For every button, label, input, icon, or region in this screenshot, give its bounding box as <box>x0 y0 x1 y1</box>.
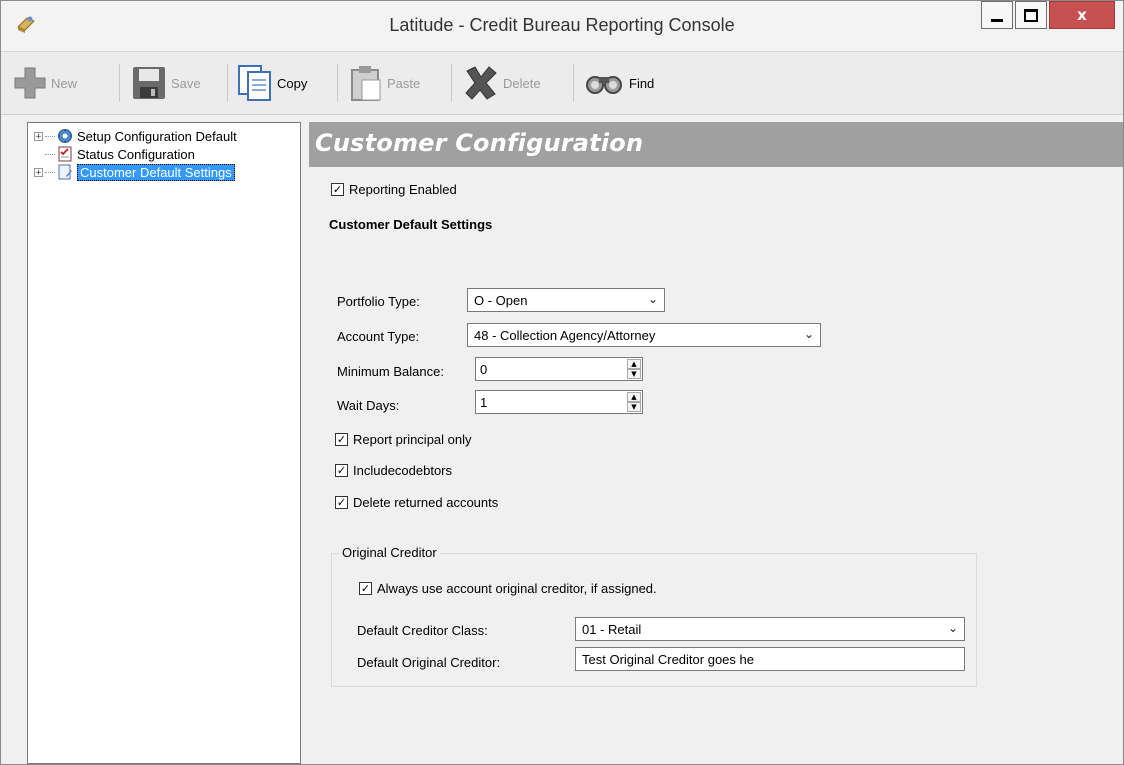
checkmark-icon[interactable]: ✓ <box>335 464 348 477</box>
stepper-buttons[interactable]: ▲ ▼ <box>627 392 641 412</box>
document-edit-icon <box>58 164 72 180</box>
chevron-down-icon: ⌄ <box>947 621 958 635</box>
default-creditor-class-dropdown[interactable]: 01 - Retail ⌄ <box>575 617 965 641</box>
toolbar-separator <box>451 64 452 102</box>
section-title: Customer Default Settings <box>329 217 493 232</box>
close-button[interactable]: x <box>1049 1 1115 29</box>
default-creditor-class-label: Default Creditor Class: <box>357 623 488 638</box>
tree-item-setup-configuration[interactable]: + Setup Configuration Default <box>34 127 237 145</box>
stepper-up-icon[interactable]: ▲ <box>627 392 641 402</box>
new-button[interactable]: New <box>13 62 77 104</box>
expand-icon[interactable]: + <box>34 131 43 141</box>
stepper-up-icon[interactable]: ▲ <box>627 359 641 369</box>
maximize-button[interactable] <box>1015 1 1047 29</box>
minimize-icon <box>991 18 1003 22</box>
toolbar-separator <box>119 64 120 102</box>
reporting-enabled-checkbox[interactable]: ✓ Reporting Enabled <box>331 182 457 197</box>
always-use-original-creditor-checkbox[interactable]: ✓ Always use account original creditor, … <box>359 581 657 596</box>
wait-days-label: Wait Days: <box>337 398 400 413</box>
maximize-icon <box>1024 8 1038 22</box>
tree-item-status-configuration[interactable]: Status Configuration <box>34 145 195 163</box>
gear-globe-icon <box>58 129 72 143</box>
section-header-band: Customer Configuration <box>309 122 1123 167</box>
minimum-balance-label: Minimum Balance: <box>337 364 444 379</box>
stepper-down-icon[interactable]: ▼ <box>627 369 641 379</box>
delete-returned-accounts-checkbox[interactable]: ✓ Delete returned accounts <box>335 495 498 510</box>
copy-document-icon <box>238 65 271 101</box>
toolbar-separator <box>337 64 338 102</box>
portfolio-type-label: Portfolio Type: <box>337 294 420 309</box>
minimum-balance-stepper[interactable]: 0 ▲ ▼ <box>475 357 643 381</box>
wait-days-stepper[interactable]: 1 ▲ ▼ <box>475 390 643 414</box>
original-creditor-group-title: Original Creditor <box>339 545 440 560</box>
portfolio-type-dropdown[interactable]: O - Open ⌄ <box>467 288 665 312</box>
plus-icon <box>14 67 46 99</box>
clipboard-icon <box>351 66 381 101</box>
chevron-down-icon: ⌄ <box>647 292 658 306</box>
checkmark-icon[interactable]: ✓ <box>359 582 372 595</box>
binoculars-icon <box>586 76 622 94</box>
save-button[interactable]: Save <box>131 62 201 104</box>
tree-item-customer-default-settings[interactable]: + Customer Default Settings <box>34 163 235 181</box>
checkmark-icon[interactable]: ✓ <box>331 183 344 196</box>
stepper-buttons[interactable]: ▲ ▼ <box>627 359 641 379</box>
find-button[interactable]: Find <box>585 62 654 104</box>
delete-x-icon <box>465 66 497 100</box>
include-codebtors-checkbox[interactable]: ✓ Includecodebtors <box>335 463 452 478</box>
minimize-button[interactable] <box>981 1 1013 29</box>
checklist-icon <box>58 146 72 162</box>
toolbar-separator <box>227 64 228 102</box>
paste-button[interactable]: Paste <box>349 62 420 104</box>
floppy-disk-icon <box>133 67 165 99</box>
toolbar: New Save Copy Paste Delete Find <box>1 52 1123 115</box>
account-type-dropdown[interactable]: 48 - Collection Agency/Attorney ⌄ <box>467 323 821 347</box>
stepper-down-icon[interactable]: ▼ <box>627 402 641 412</box>
checkmark-icon[interactable]: ✓ <box>335 433 348 446</box>
copy-button[interactable]: Copy <box>237 62 307 104</box>
window-title: Latitude - Credit Bureau Reporting Conso… <box>389 15 735 35</box>
toolbar-separator <box>573 64 574 102</box>
close-icon: x <box>1077 6 1087 24</box>
page-title: Customer Configuration <box>315 129 644 157</box>
default-original-creditor-input[interactable]: Test Original Creditor goes he <box>575 647 965 671</box>
chevron-down-icon: ⌄ <box>803 327 814 341</box>
account-type-label: Account Type: <box>337 329 420 344</box>
navigation-tree[interactable]: + Setup Configuration Default Status Con… <box>27 122 301 764</box>
checkmark-icon[interactable]: ✓ <box>335 496 348 509</box>
app-window: Latitude - Credit Bureau Reporting Conso… <box>0 0 1124 765</box>
default-original-creditor-label: Default Original Creditor: <box>357 655 501 670</box>
title-bar[interactable]: Latitude - Credit Bureau Reporting Conso… <box>1 1 1123 52</box>
report-principal-only-checkbox[interactable]: ✓ Report principal only <box>335 432 472 447</box>
expand-icon[interactable]: + <box>34 167 43 177</box>
delete-button[interactable]: Delete <box>463 62 541 104</box>
